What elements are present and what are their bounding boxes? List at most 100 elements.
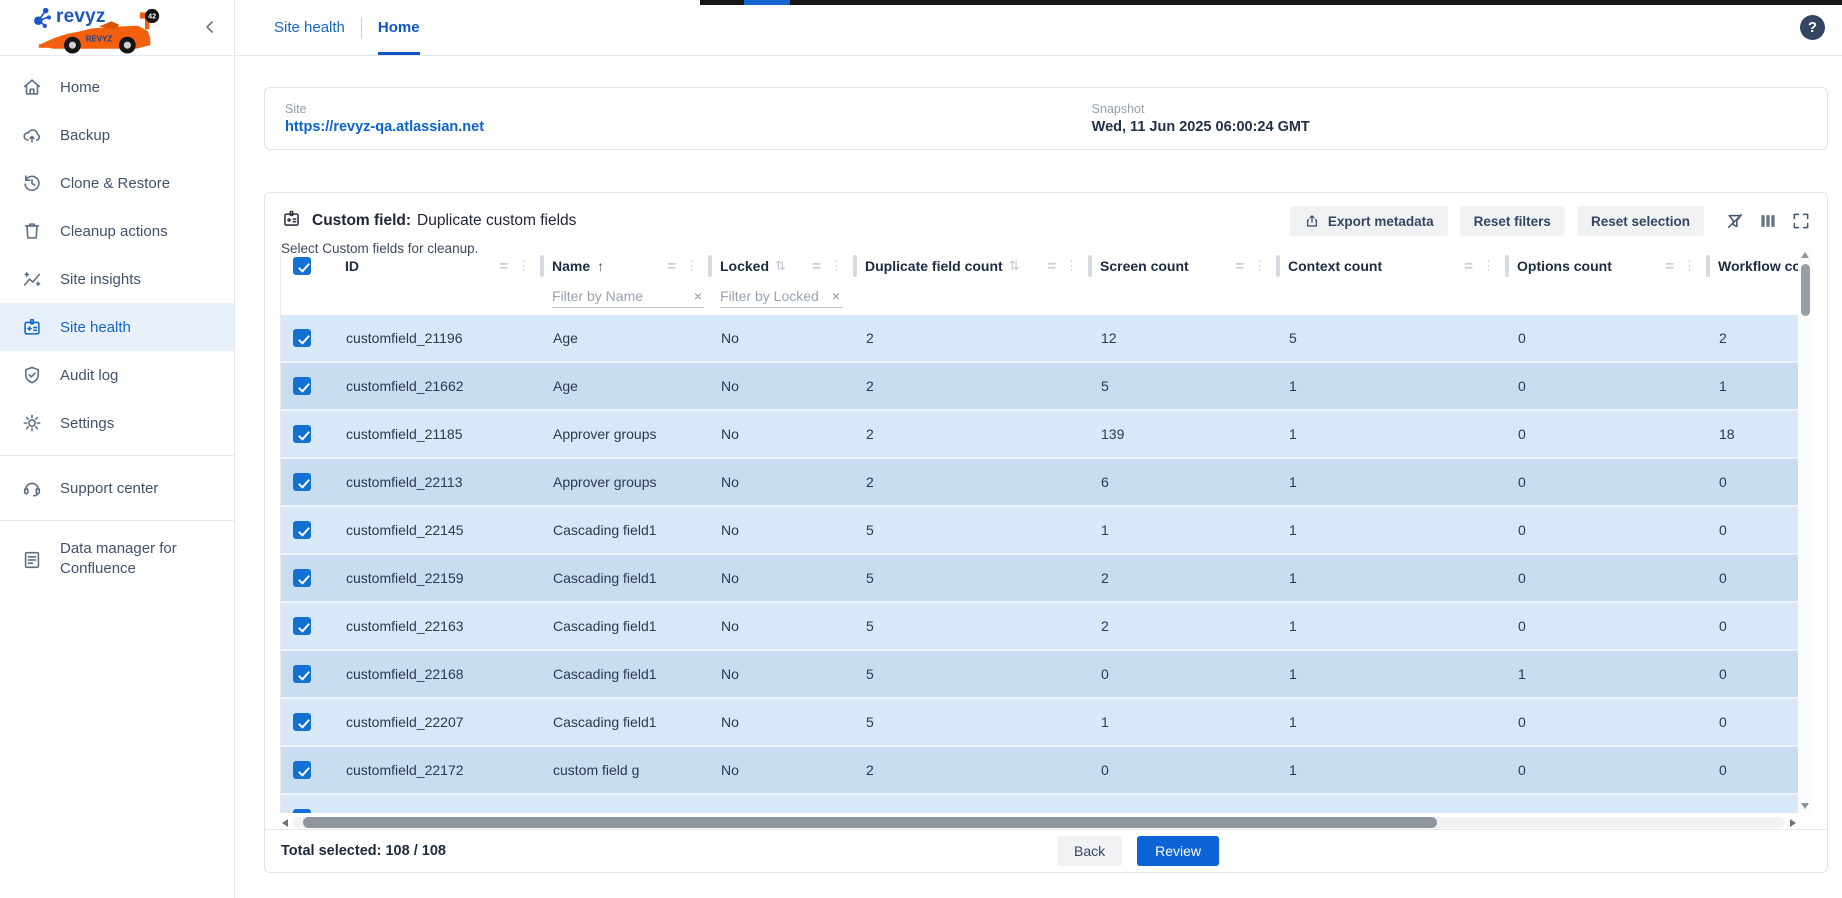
cell-locked: No: [708, 603, 853, 649]
header-locked[interactable]: Locked ⇅ =⋮: [708, 248, 853, 284]
sidebar-item-clone-restore[interactable]: Clone & Restore: [0, 159, 234, 207]
column-menu-icon[interactable]: ⋮: [1065, 258, 1078, 274]
vertical-scroll-thumb[interactable]: [1801, 264, 1810, 316]
tab-site-health[interactable]: Site health: [274, 0, 345, 55]
header-workflow-count[interactable]: Workflow count: [1706, 248, 1798, 284]
columns-icon[interactable]: [1758, 211, 1778, 231]
site-url-link[interactable]: https://revyz-qa.atlassian.net: [285, 119, 1092, 135]
sidebar-item-data-manager-confluence[interactable]: Data manager for Confluence: [0, 529, 234, 589]
table-row[interactable]: customfield_22145 Cascading field1 No 5 …: [281, 507, 1798, 555]
column-resize-handle[interactable]: =: [1235, 258, 1244, 275]
locked-filter: ×: [720, 284, 842, 308]
reset-selection-button[interactable]: Reset selection: [1577, 206, 1704, 236]
sidebar-item-support-center[interactable]: Support center: [0, 464, 234, 512]
header-name[interactable]: Name ↑ =⋮: [540, 248, 708, 284]
row-checkbox[interactable]: [293, 761, 311, 779]
reset-filters-button[interactable]: Reset filters: [1460, 206, 1565, 236]
row-checkbox[interactable]: [293, 809, 311, 813]
table-row[interactable]: [281, 795, 1798, 813]
row-checkbox[interactable]: [293, 329, 311, 347]
column-resize-handle[interactable]: =: [1665, 258, 1674, 275]
column-menu-icon[interactable]: ⋮: [1482, 258, 1495, 274]
column-resize-handle[interactable]: =: [1464, 258, 1473, 275]
sidebar-item-site-health[interactable]: Site health: [0, 303, 234, 351]
table-row[interactable]: customfield_22113 Approver groups No 2 6…: [281, 459, 1798, 507]
sort-both-icon[interactable]: ⇅: [775, 258, 786, 274]
table-row[interactable]: customfield_22163 Cascading field1 No 5 …: [281, 603, 1798, 651]
locked-filter-input[interactable]: [720, 288, 818, 304]
expand-icon[interactable]: [1791, 211, 1811, 231]
table-row[interactable]: customfield_22172 custom field g No 2 0 …: [281, 747, 1798, 795]
sidebar-item-audit-log[interactable]: Audit log: [0, 351, 234, 399]
name-filter-input[interactable]: [552, 288, 682, 304]
column-resize-handle[interactable]: =: [667, 258, 676, 275]
sidebar-collapse-button[interactable]: [198, 16, 222, 40]
column-resize-handle[interactable]: =: [812, 258, 821, 275]
row-checkbox[interactable]: [293, 665, 311, 683]
cell-workflow-count: 18: [1706, 411, 1798, 457]
cell-id: customfield_22163: [333, 603, 540, 649]
site-label: Site: [285, 102, 1092, 116]
sidebar-item-label: Backup: [60, 127, 110, 144]
scroll-left-arrow-icon[interactable]: [282, 819, 288, 827]
cell-id: customfield_22113: [333, 459, 540, 505]
header-id[interactable]: ID =⋮: [333, 248, 540, 284]
cell-workflow-count: 0: [1706, 651, 1798, 697]
column-resize-handle[interactable]: =: [1047, 258, 1056, 275]
table-row[interactable]: customfield_21196 Age No 2 12 5 0 2: [281, 315, 1798, 363]
cell-duplicate-field-count: 5: [853, 555, 1088, 601]
scroll-up-arrow-icon[interactable]: [1801, 252, 1809, 258]
header-duplicate-field-count[interactable]: Duplicate field count ⇅ =⋮: [853, 248, 1088, 284]
select-all-checkbox[interactable]: [293, 257, 311, 275]
tab-home[interactable]: Home: [378, 0, 420, 55]
svg-text:REVYZ: REVYZ: [86, 35, 113, 44]
help-button[interactable]: ?: [1800, 15, 1825, 40]
row-checkbox[interactable]: [293, 377, 311, 395]
table-row[interactable]: customfield_22168 Cascading field1 No 5 …: [281, 651, 1798, 699]
cell-options-count: 0: [1505, 507, 1706, 553]
header-options-count[interactable]: Options count =⋮: [1505, 248, 1706, 284]
table-tool-icons: [1725, 211, 1811, 231]
sidebar-item-cleanup-actions[interactable]: Cleanup actions: [0, 207, 234, 255]
sidebar-item-home[interactable]: Home: [0, 63, 234, 111]
sidebar-header: 42 REVYZ revyz: [0, 0, 234, 56]
table-row[interactable]: customfield_22207 Cascading field1 No 5 …: [281, 699, 1798, 747]
row-checkbox[interactable]: [293, 521, 311, 539]
vertical-scrollbar[interactable]: [1799, 248, 1812, 813]
scroll-right-arrow-icon[interactable]: [1790, 819, 1796, 827]
table-filter-row: × ×: [281, 284, 1798, 315]
row-checkbox[interactable]: [293, 617, 311, 635]
row-checkbox[interactable]: [293, 569, 311, 587]
export-metadata-button[interactable]: Export metadata: [1290, 206, 1448, 236]
row-checkbox[interactable]: [293, 473, 311, 491]
column-menu-icon[interactable]: ⋮: [1683, 258, 1696, 274]
header-screen-count[interactable]: Screen count =⋮: [1088, 248, 1276, 284]
horizontal-scrollbar[interactable]: [280, 815, 1798, 830]
row-checkbox[interactable]: [293, 425, 311, 443]
review-button[interactable]: Review: [1137, 836, 1219, 866]
clear-filter-icon[interactable]: ×: [694, 288, 704, 304]
row-checkbox[interactable]: [293, 713, 311, 731]
filter-off-icon[interactable]: [1725, 211, 1745, 231]
table-row[interactable]: customfield_21662 Age No 2 5 1 0 1: [281, 363, 1798, 411]
table-row[interactable]: customfield_22159 Cascading field1 No 5 …: [281, 555, 1798, 603]
horizontal-scroll-thumb[interactable]: [303, 817, 1437, 828]
horizontal-scroll-track[interactable]: [293, 817, 1785, 828]
table-row[interactable]: customfield_21185 Approver groups No 2 1…: [281, 411, 1798, 459]
sidebar-item-settings[interactable]: Settings: [0, 399, 234, 447]
sort-ascending-icon[interactable]: ↑: [597, 258, 604, 274]
column-menu-icon[interactable]: ⋮: [517, 258, 530, 274]
column-resize-handle[interactable]: =: [499, 258, 508, 275]
column-menu-icon[interactable]: ⋮: [830, 258, 843, 274]
column-menu-icon[interactable]: ⋮: [1253, 258, 1266, 274]
back-button[interactable]: Back: [1057, 836, 1122, 866]
sidebar-item-backup[interactable]: Backup: [0, 111, 234, 159]
row-checkbox-cell: [281, 411, 333, 457]
sidebar-item-site-insights[interactable]: Site insights: [0, 255, 234, 303]
sort-both-icon[interactable]: ⇅: [1009, 258, 1020, 274]
header-context-count[interactable]: Context count =⋮: [1276, 248, 1505, 284]
scroll-down-arrow-icon[interactable]: [1801, 803, 1809, 809]
table-viewport: ID =⋮ Name ↑ =⋮ Locked ⇅ =⋮: [280, 248, 1798, 813]
clear-filter-icon[interactable]: ×: [832, 288, 842, 304]
column-menu-icon[interactable]: ⋮: [685, 258, 698, 274]
